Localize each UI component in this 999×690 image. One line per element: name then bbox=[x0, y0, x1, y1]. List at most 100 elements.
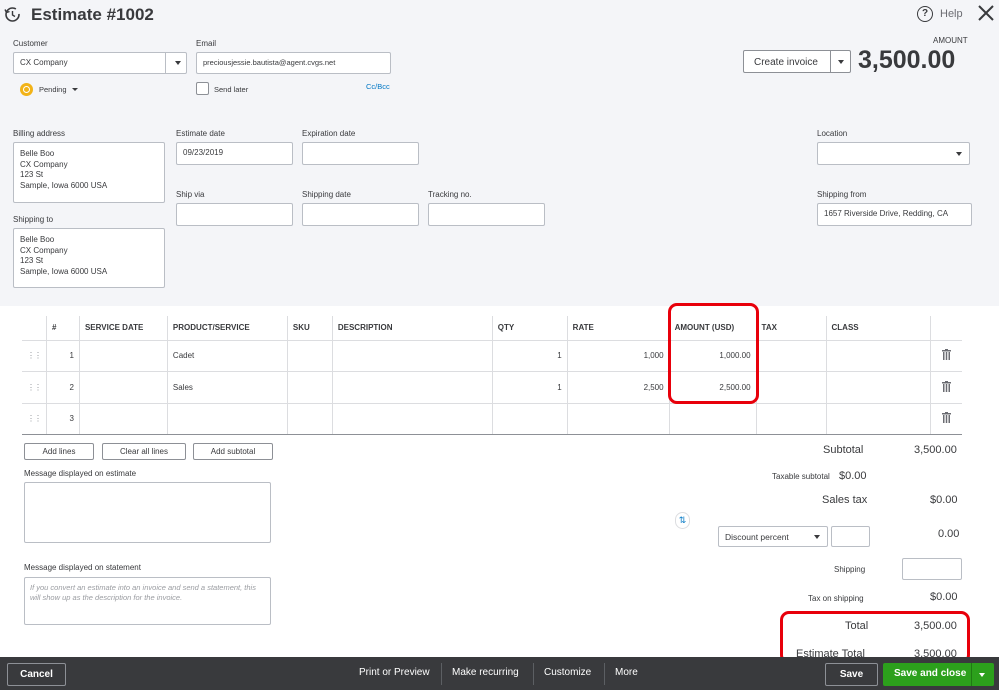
tracking-field[interactable] bbox=[428, 203, 545, 226]
service-date-cell[interactable] bbox=[79, 371, 168, 404]
email-value: preciousjessie.bautista@agent.cvgs.net bbox=[203, 58, 336, 67]
tax-cell[interactable] bbox=[756, 340, 827, 372]
rate-cell[interactable] bbox=[567, 403, 670, 435]
recent-transactions-icon[interactable] bbox=[4, 6, 21, 23]
tax-cell[interactable] bbox=[756, 403, 827, 435]
discount-toggle-icon[interactable]: ⇅ bbox=[675, 512, 690, 529]
qty-cell[interactable] bbox=[492, 403, 568, 435]
add-lines-label: Add lines bbox=[42, 447, 76, 456]
cancel-button[interactable]: Cancel bbox=[7, 663, 66, 686]
class-cell[interactable] bbox=[826, 371, 932, 404]
description-cell[interactable] bbox=[332, 371, 493, 404]
drag-handle-icon[interactable]: ⋮⋮ bbox=[22, 340, 47, 372]
customer-select[interactable]: CX Company bbox=[13, 52, 187, 74]
subtotal-value: 3,500.00 bbox=[914, 444, 957, 456]
description-cell[interactable] bbox=[332, 340, 493, 372]
ship-via-field[interactable] bbox=[176, 203, 293, 226]
clear-all-lines-button[interactable]: Clear all lines bbox=[102, 443, 186, 460]
drag-handle-icon[interactable]: ⋮⋮ bbox=[22, 371, 47, 404]
status-dropdown[interactable]: Pending bbox=[39, 85, 67, 94]
customize-button[interactable]: Customize bbox=[544, 667, 591, 678]
sku-cell[interactable] bbox=[287, 403, 333, 435]
location-label: Location bbox=[817, 129, 848, 138]
shipping-amount-field[interactable] bbox=[902, 558, 962, 580]
send-later-label: Send later bbox=[214, 85, 249, 94]
discount-type-value: Discount percent bbox=[725, 532, 789, 542]
expiration-date-field[interactable] bbox=[302, 142, 419, 165]
billing-address-field[interactable]: Belle Boo CX Company 123 St Sample, Iowa… bbox=[13, 142, 165, 203]
product-cell[interactable]: Cadet bbox=[167, 340, 288, 372]
trash-icon[interactable] bbox=[942, 380, 952, 392]
print-preview-button[interactable]: Print or Preview bbox=[359, 667, 430, 678]
discount-value-field[interactable] bbox=[831, 526, 870, 547]
product-cell[interactable] bbox=[167, 403, 288, 435]
save-button[interactable]: Save bbox=[825, 663, 878, 686]
add-subtotal-button[interactable]: Add subtotal bbox=[193, 443, 273, 460]
sku-cell[interactable] bbox=[287, 340, 333, 372]
class-cell[interactable] bbox=[826, 403, 932, 435]
estimate-date-field[interactable]: 09/23/2019 bbox=[176, 142, 293, 165]
shipping-from-field[interactable]: 1657 Riverside Drive, Redding, CA bbox=[817, 203, 972, 226]
shipping-to-label: Shipping to bbox=[13, 215, 54, 224]
close-icon[interactable] bbox=[976, 3, 996, 23]
service-date-cell[interactable] bbox=[79, 340, 168, 372]
location-select[interactable] bbox=[817, 142, 970, 165]
save-and-close-button[interactable]: Save and close bbox=[883, 663, 994, 686]
rate-cell[interactable]: 1,000 bbox=[567, 340, 670, 372]
help-link[interactable]: Help bbox=[940, 8, 963, 20]
customer-divider bbox=[165, 53, 166, 73]
more-button[interactable]: More bbox=[615, 667, 638, 678]
delete-row-cell[interactable] bbox=[930, 403, 962, 435]
create-invoice-button[interactable]: Create invoice bbox=[743, 50, 851, 73]
taxable-subtotal-label: Taxable subtotal bbox=[772, 472, 830, 481]
add-lines-button[interactable]: Add lines bbox=[24, 443, 94, 460]
col-rate: RATE bbox=[567, 316, 670, 341]
discount-type-select[interactable]: Discount percent bbox=[718, 526, 828, 547]
estimate-message-field[interactable] bbox=[24, 482, 271, 543]
table-row[interactable]: ⋮⋮ 2 Sales 1 2,500 2,500.00 bbox=[22, 371, 962, 404]
sku-cell[interactable] bbox=[287, 371, 333, 404]
shipping-line-3: 123 St bbox=[20, 256, 44, 265]
qty-cell[interactable]: 1 bbox=[492, 340, 568, 372]
make-recurring-button[interactable]: Make recurring bbox=[452, 667, 519, 678]
description-cell[interactable] bbox=[332, 403, 493, 435]
shipping-label: Shipping bbox=[834, 565, 866, 574]
statement-message-placeholder: If you convert an estimate into an invoi… bbox=[30, 583, 256, 602]
shipping-to-field[interactable]: Belle Boo CX Company 123 St Sample, Iowa… bbox=[13, 228, 165, 288]
billing-line-2: CX Company bbox=[20, 159, 68, 169]
drag-handle-icon[interactable]: ⋮⋮ bbox=[22, 403, 47, 435]
amount-cell[interactable] bbox=[669, 403, 757, 435]
qty-cell[interactable]: 1 bbox=[492, 371, 568, 404]
trash-icon[interactable] bbox=[942, 412, 952, 424]
customer-value: CX Company bbox=[20, 58, 68, 67]
delete-row-cell[interactable] bbox=[930, 371, 962, 404]
chevron-down-icon[interactable] bbox=[979, 673, 985, 677]
billing-line-4: Sample, Iowa 6000 USA bbox=[20, 180, 108, 190]
cc-bcc-link[interactable]: Cc/Bcc bbox=[366, 82, 390, 91]
col-product-service: PRODUCT/SERVICE bbox=[167, 316, 288, 341]
email-field[interactable]: preciousjessie.bautista@agent.cvgs.net bbox=[196, 52, 391, 74]
service-date-cell[interactable] bbox=[79, 403, 168, 435]
trash-icon[interactable] bbox=[942, 349, 952, 361]
estimate-date-label: Estimate date bbox=[176, 129, 225, 138]
class-cell[interactable] bbox=[826, 340, 932, 372]
shipping-date-field[interactable] bbox=[302, 203, 419, 226]
rate-cell[interactable]: 2,500 bbox=[567, 371, 670, 404]
statement-message-field[interactable]: If you convert an estimate into an invoi… bbox=[24, 577, 271, 625]
col-number: # bbox=[46, 316, 80, 341]
delete-row-cell[interactable] bbox=[930, 340, 962, 372]
chevron-down-icon bbox=[175, 61, 181, 65]
product-cell[interactable]: Sales bbox=[167, 371, 288, 404]
table-row[interactable]: ⋮⋮ 1 Cadet 1 1,000 1,000.00 bbox=[22, 340, 962, 372]
sales-tax-label: Sales tax bbox=[822, 494, 868, 506]
row-number: 3 bbox=[46, 403, 80, 435]
cancel-label: Cancel bbox=[20, 669, 53, 680]
help-icon[interactable]: ? bbox=[917, 6, 933, 22]
tax-cell[interactable] bbox=[756, 371, 827, 404]
expiration-date-label: Expiration date bbox=[302, 129, 356, 138]
send-later-checkbox[interactable] bbox=[196, 82, 209, 95]
table-row[interactable]: ⋮⋮ 3 bbox=[22, 403, 962, 435]
col-qty: QTY bbox=[492, 316, 568, 341]
shipping-line-4: Sample, Iowa 6000 USA bbox=[20, 266, 108, 276]
status-chevron-icon[interactable] bbox=[72, 88, 78, 91]
